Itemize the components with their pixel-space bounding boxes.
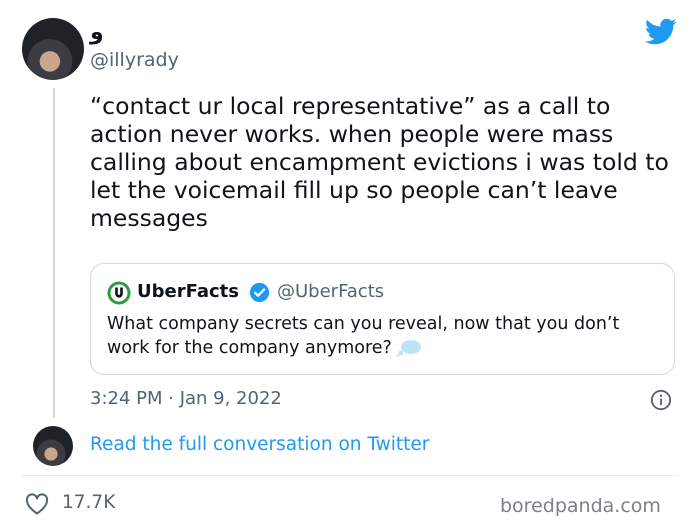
verified-badge-icon: [249, 282, 270, 303]
quoted-tweet[interactable]: UberFacts @UberFacts What company secret…: [90, 263, 675, 375]
read-conversation-link[interactable]: Read the full conversation on Twitter: [90, 433, 429, 457]
watermark: boredpanda.com: [500, 495, 661, 517]
quoted-handle: @UberFacts: [277, 281, 385, 302]
thread-line: [53, 88, 55, 418]
tweet-text: “contact ur local representative” as a c…: [90, 92, 669, 232]
twitter-bird-icon[interactable]: [645, 18, 677, 46]
display-name[interactable]: و: [90, 20, 104, 46]
info-icon[interactable]: [650, 389, 672, 411]
quoted-text-content: What company secrets can you reveal, now…: [107, 314, 620, 358]
thought-bubble-icon: [396, 340, 421, 357]
avatar[interactable]: [22, 18, 84, 80]
avatar-small[interactable]: [33, 426, 73, 466]
divider: [22, 475, 678, 476]
timestamp[interactable]: 3:24 PM · Jan 9, 2022: [90, 387, 282, 411]
uberfacts-logo-icon: [107, 281, 131, 305]
heart-icon[interactable]: [25, 493, 49, 515]
quoted-display-name: UberFacts: [137, 281, 239, 302]
quoted-text: What company secrets can you reveal, now…: [107, 312, 647, 360]
like-count: 17.7K: [62, 492, 116, 513]
user-handle[interactable]: @illyrady: [90, 48, 179, 72]
